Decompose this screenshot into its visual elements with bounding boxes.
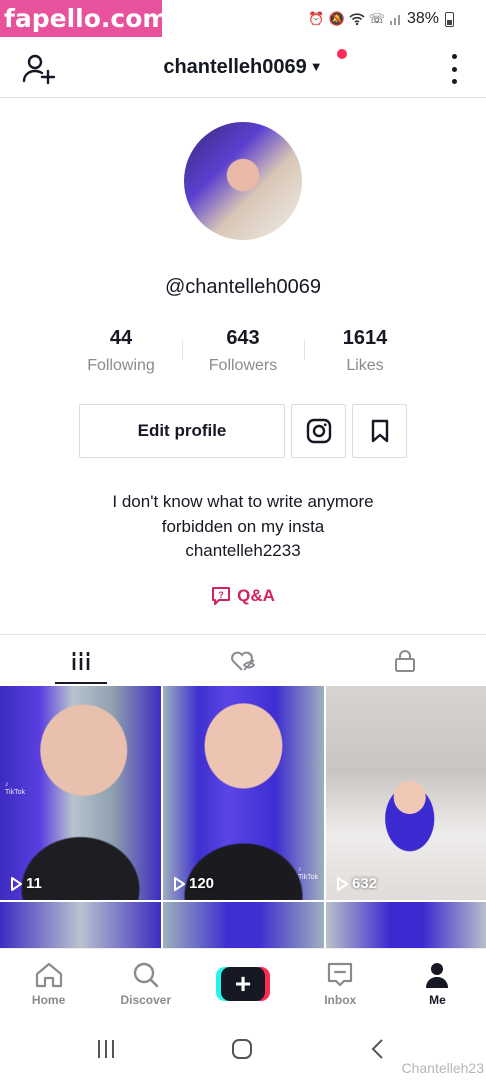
battery-percent: 38% <box>406 10 439 27</box>
profile-handle: @chantelleh0069 <box>165 276 321 298</box>
notification-dot <box>337 49 347 59</box>
bio-line: chantelleh2233 <box>185 541 301 560</box>
view-count: 632 <box>336 875 377 892</box>
stat-value: 44 <box>109 327 133 349</box>
video-tile[interactable]: 632 <box>326 686 486 900</box>
account-switcher[interactable]: chantelleh0069 ▼ <box>0 56 486 79</box>
home-icon <box>35 962 62 988</box>
call-icon: ☏ <box>368 11 385 26</box>
tiktok-watermark-icon: ♪ TikTok <box>298 866 318 881</box>
hidden-heart-icon <box>231 651 256 671</box>
avatar[interactable] <box>184 122 302 240</box>
grid-icon <box>71 651 91 670</box>
view-count-value: 120 <box>189 875 215 892</box>
video-grid: ♪ TikTok 11 ♪ TikTok 120 632 <box>0 686 486 948</box>
bookmark-icon <box>371 419 388 443</box>
bio-line: forbidden on my insta <box>161 516 325 536</box>
stat-following[interactable]: 44 Following <box>60 325 182 375</box>
stat-label: Followers <box>208 357 278 374</box>
person-icon <box>426 963 449 988</box>
nav-inbox[interactable]: Inbox <box>292 949 389 1014</box>
nav-label: Home <box>31 993 66 1007</box>
nav-discover[interactable]: Discover <box>97 949 194 1014</box>
dot <box>451 54 457 59</box>
dot <box>451 79 457 84</box>
nav-me[interactable]: Me <box>389 949 486 1014</box>
stat-likes[interactable]: 1614 Likes <box>304 325 426 375</box>
nav-create[interactable]: + <box>194 949 291 1014</box>
recent-apps-icon[interactable] <box>96 1038 116 1060</box>
view-count: 11 <box>10 875 42 892</box>
profile-stats: 44 Following 643 Followers 1614 Likes <box>60 325 426 375</box>
video-tile[interactable] <box>163 902 324 948</box>
inbox-icon <box>328 962 353 987</box>
play-icon <box>337 876 348 891</box>
chevron-down-icon: ▼ <box>309 59 323 74</box>
mute-icon: 🔕 <box>328 11 345 26</box>
qa-label: Q&A <box>237 586 275 605</box>
nav-label: Inbox <box>324 993 357 1007</box>
more-menu-button[interactable] <box>446 54 462 84</box>
profile-header: chantelleh0069 ▼ <box>0 40 486 98</box>
tab-videos[interactable] <box>0 635 162 686</box>
nav-home[interactable]: Home <box>0 949 97 1014</box>
lock-icon <box>395 649 415 672</box>
qa-link[interactable]: ? Q&A <box>0 586 486 606</box>
wifi-icon <box>349 13 365 26</box>
nav-label: Me <box>429 993 446 1007</box>
view-count-value: 632 <box>352 875 378 892</box>
favorites-button[interactable] <box>352 404 407 458</box>
signal-icon <box>389 15 400 25</box>
play-icon <box>174 876 185 891</box>
battery-icon <box>445 11 454 27</box>
create-button[interactable]: + <box>216 967 270 1001</box>
stat-value: 1614 <box>342 327 388 349</box>
stat-label: Likes <box>346 357 384 374</box>
video-tile[interactable] <box>0 902 161 948</box>
play-icon <box>11 876 22 891</box>
plus-icon: + <box>221 967 265 1001</box>
header-username: chantelleh0069 <box>163 56 307 78</box>
watermark-text: Chantelleh23 <box>401 1060 484 1076</box>
stat-followers[interactable]: 643 Followers <box>182 325 304 375</box>
video-tile[interactable]: ♪ TikTok 120 <box>163 686 324 900</box>
bottom-nav: Home Discover + Inbox Me <box>0 948 486 1014</box>
video-tile[interactable] <box>326 902 486 948</box>
video-tile[interactable]: ♪ TikTok 11 <box>0 686 161 900</box>
alarm-icon: ⏰ <box>308 11 325 26</box>
nav-label: Discover <box>120 993 172 1007</box>
tab-private[interactable] <box>324 635 486 686</box>
view-count-value: 11 <box>26 875 42 892</box>
tab-liked[interactable] <box>162 635 324 686</box>
stat-value: 643 <box>226 327 260 349</box>
view-count: 120 <box>173 875 214 892</box>
profile-bio: I don't know what to write anymore forbi… <box>0 490 486 564</box>
watermark-logo: fapello.com <box>0 0 168 37</box>
home-button-icon[interactable] <box>231 1038 253 1060</box>
status-icons: ⏰ 🔕 ☏ 38% <box>308 10 454 28</box>
instagram-button[interactable] <box>291 404 346 458</box>
qa-icon: ? <box>212 587 231 605</box>
system-nav-bar: Chantelleh23 <box>0 1014 486 1080</box>
dot <box>451 66 457 72</box>
search-icon <box>133 962 159 988</box>
edit-profile-button[interactable]: Edit profile <box>79 404 285 458</box>
instagram-icon <box>306 418 331 444</box>
stat-label: Following <box>87 357 155 374</box>
bio-line: I don't know what to write anymore <box>112 492 374 511</box>
back-icon[interactable] <box>370 1038 386 1060</box>
svg-text:?: ? <box>218 590 224 600</box>
content-tabs <box>0 634 486 686</box>
tiktok-watermark-icon: ♪ TikTok <box>5 781 25 796</box>
status-bar: fapello.com ⏰ 🔕 ☏ 38% <box>0 0 486 40</box>
